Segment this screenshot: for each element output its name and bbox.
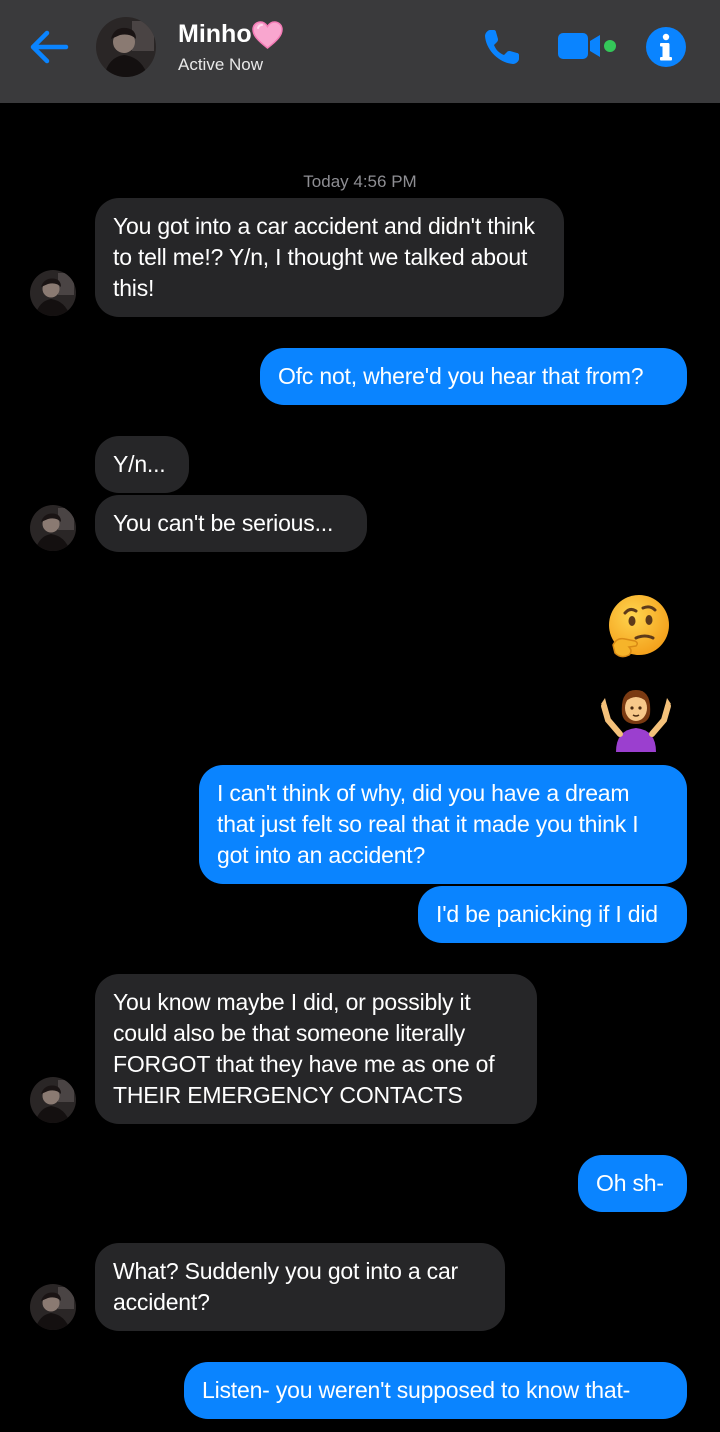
contact-avatar[interactable]	[96, 17, 156, 77]
person-shrugging-emoji[interactable]	[600, 684, 672, 752]
incoming-message[interactable]: Y/n...	[95, 436, 189, 493]
incoming-message[interactable]: You know maybe I did, or possibly it cou…	[95, 974, 537, 1124]
back-arrow-icon[interactable]	[28, 28, 70, 66]
outgoing-message[interactable]: Oh sh-	[578, 1155, 687, 1212]
chat-header: Minho Active Now	[0, 0, 720, 103]
contact-name[interactable]: Minho	[178, 20, 252, 49]
incoming-message[interactable]: What? Suddenly you got into a car accide…	[95, 1243, 505, 1331]
phone-icon[interactable]	[482, 27, 522, 67]
message-timestamp: Today 4:56 PM	[303, 172, 417, 191]
sender-avatar[interactable]	[30, 505, 76, 551]
incoming-message[interactable]: You got into a car accident and didn't t…	[95, 198, 564, 317]
outgoing-message[interactable]: I'd be panicking if I did	[418, 886, 687, 943]
contact-status: Active Now	[178, 55, 264, 74]
outgoing-message[interactable]: Listen- you weren't supposed to know tha…	[184, 1362, 687, 1419]
info-icon[interactable]	[645, 26, 687, 68]
thinking-face-emoji[interactable]	[603, 593, 671, 661]
sender-avatar[interactable]	[30, 1077, 76, 1123]
incoming-message[interactable]: You can't be serious...	[95, 495, 367, 552]
outgoing-message[interactable]: I can't think of why, did you have a dre…	[199, 765, 687, 884]
heart-icon	[252, 21, 283, 49]
outgoing-message[interactable]: Ofc not, where'd you hear that from?	[260, 348, 687, 405]
sender-avatar[interactable]	[30, 270, 76, 316]
sender-avatar[interactable]	[30, 1284, 76, 1330]
video-camera-icon[interactable]	[556, 30, 618, 62]
